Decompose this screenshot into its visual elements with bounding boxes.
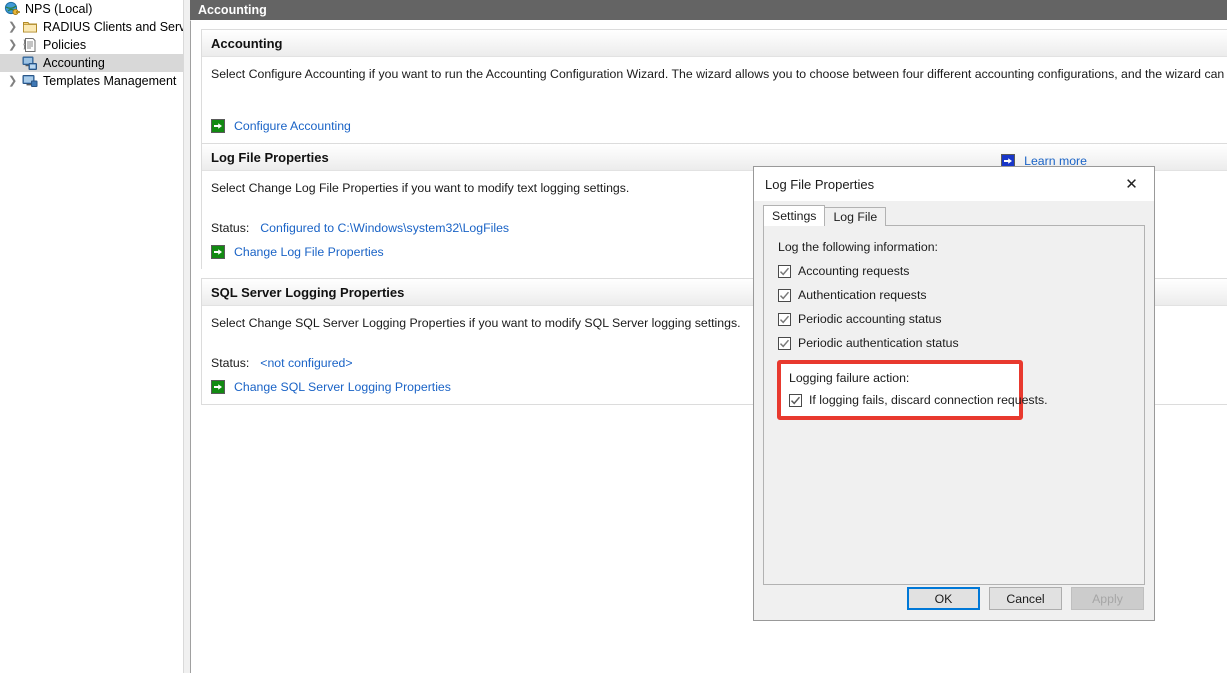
checkbox-checked-icon[interactable] bbox=[778, 312, 791, 326]
checkbox-discard-connection-requests[interactable]: If logging fails, discard connection req… bbox=[789, 393, 1048, 407]
checkbox-authentication-requests[interactable]: Authentication requests bbox=[778, 288, 1144, 302]
tree-item-templates-management[interactable]: ❯ Templates Management bbox=[0, 72, 183, 90]
chevron-right-icon[interactable]: ❯ bbox=[8, 39, 18, 51]
status-value: <not configured> bbox=[260, 356, 353, 370]
green-arrow-icon bbox=[211, 380, 225, 394]
section-accounting: Accounting Select Configure Accounting i… bbox=[201, 29, 1227, 143]
checkbox-checked-icon[interactable] bbox=[789, 393, 802, 407]
tree-item-policies[interactable]: ❯ Policies bbox=[0, 36, 183, 54]
settings-tab-panel: Log the following information: Accountin… bbox=[763, 225, 1145, 585]
apply-button: Apply bbox=[1071, 587, 1144, 610]
log-file-properties-dialog: Log File Properties ✕ Settings Log File … bbox=[753, 166, 1155, 621]
chevron-right-icon[interactable]: ❯ bbox=[8, 21, 18, 33]
dialog-tabstrip: Settings Log File bbox=[763, 205, 887, 226]
status-label: Status: bbox=[211, 356, 250, 370]
configure-accounting-link[interactable]: Configure Accounting bbox=[211, 119, 1227, 133]
button-label: Apply bbox=[1092, 591, 1123, 606]
status-label: Status: bbox=[211, 221, 250, 235]
tree-item-label: Accounting bbox=[43, 56, 105, 70]
checkbox-label: Periodic accounting status bbox=[798, 312, 942, 326]
checkbox-label: Periodic authentication status bbox=[798, 336, 959, 350]
checkbox-label: Accounting requests bbox=[798, 264, 910, 278]
checkbox-periodic-authentication-status[interactable]: Periodic authentication status bbox=[778, 336, 1144, 350]
link-label[interactable]: Configure Accounting bbox=[234, 119, 351, 133]
logging-failure-action-label: Logging failure action: bbox=[789, 371, 910, 385]
pane-header: Accounting bbox=[190, 0, 1227, 20]
tree-item-label: Policies bbox=[43, 38, 87, 52]
globe-key-icon bbox=[4, 1, 20, 17]
tree-item-label: RADIUS Clients and Servers bbox=[43, 20, 183, 34]
chevron-right-icon[interactable]: ❯ bbox=[8, 75, 18, 87]
tree-item-nps-local[interactable]: NPS (Local) bbox=[0, 0, 183, 18]
checkbox-accounting-requests[interactable]: Accounting requests bbox=[778, 264, 1144, 278]
button-label: Cancel bbox=[1006, 591, 1045, 606]
dialog-button-row: OK Cancel Apply bbox=[754, 587, 1154, 610]
checkbox-checked-icon[interactable] bbox=[778, 336, 791, 350]
monitor-icon bbox=[22, 73, 38, 89]
page-title: Accounting bbox=[198, 3, 267, 17]
tree-item-accounting[interactable]: Accounting bbox=[0, 54, 183, 72]
checkbox-label: If logging fails, discard connection req… bbox=[809, 393, 1048, 407]
section-description: Select Configure Accounting if you want … bbox=[211, 67, 1227, 81]
dialog-title-bar: Log File Properties ✕ bbox=[754, 167, 1154, 201]
checkbox-label: Authentication requests bbox=[798, 288, 927, 302]
dialog-inner: Settings Log File Log the following info… bbox=[754, 201, 1154, 620]
tab-label: Settings bbox=[772, 209, 817, 223]
document-icon bbox=[22, 37, 38, 53]
log-information-label: Log the following information: bbox=[778, 240, 938, 254]
cancel-button[interactable]: Cancel bbox=[989, 587, 1062, 610]
checkbox-periodic-accounting-status[interactable]: Periodic accounting status bbox=[778, 312, 1144, 326]
console-tree-pane: NPS (Local) ❯ RADIUS Clients and Servers… bbox=[0, 0, 183, 673]
tab-label: Log File bbox=[833, 210, 878, 224]
logging-failure-action-group-highlighted: Logging failure action: If logging fails… bbox=[777, 360, 1048, 420]
checkbox-checked-icon[interactable] bbox=[778, 288, 791, 302]
section-title: Accounting bbox=[202, 30, 1227, 57]
close-icon[interactable]: ✕ bbox=[1109, 167, 1154, 201]
status-value: Configured to C:\Windows\system32\LogFil… bbox=[260, 221, 510, 235]
link-label[interactable]: Change Log File Properties bbox=[234, 245, 384, 259]
green-arrow-icon bbox=[211, 245, 225, 259]
green-arrow-icon bbox=[211, 119, 225, 133]
tree-item-label: Templates Management bbox=[43, 74, 177, 88]
tree-item-radius-clients-and-servers[interactable]: ❯ RADIUS Clients and Servers bbox=[0, 18, 183, 36]
ok-button[interactable]: OK bbox=[907, 587, 980, 610]
link-label[interactable]: Change SQL Server Logging Properties bbox=[234, 380, 451, 394]
tree-item-label: NPS (Local) bbox=[25, 2, 93, 16]
app-root: NPS (Local) ❯ RADIUS Clients and Servers… bbox=[0, 0, 1227, 673]
dialog-title: Log File Properties bbox=[765, 176, 875, 192]
folder-icon bbox=[22, 19, 38, 35]
tab-log-file[interactable]: Log File bbox=[824, 207, 887, 226]
section-body: Select Configure Accounting if you want … bbox=[202, 57, 1227, 143]
accounting-icon bbox=[22, 55, 38, 71]
tab-settings[interactable]: Settings bbox=[763, 205, 826, 226]
checkbox-checked-icon[interactable] bbox=[778, 264, 791, 278]
button-label: OK bbox=[934, 591, 953, 606]
